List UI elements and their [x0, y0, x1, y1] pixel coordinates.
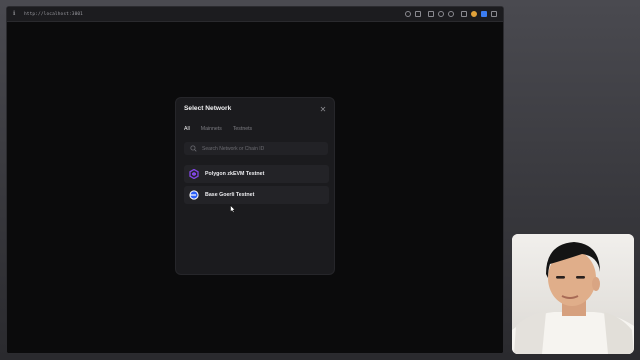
- network-item-base-goerli-testnet[interactable]: Base Goerli Testnet: [184, 186, 329, 204]
- address-bar-url[interactable]: http://localhost:3001: [24, 12, 83, 17]
- paperclip-icon[interactable]: [405, 11, 411, 17]
- webcam-person-image: [512, 242, 634, 354]
- wallet-icon[interactable]: [481, 11, 487, 17]
- settings-icon[interactable]: [448, 11, 454, 17]
- camera-icon[interactable]: [415, 11, 421, 17]
- mouse-cursor-icon: [230, 205, 236, 213]
- base-icon: [189, 190, 199, 200]
- sidebar-icon[interactable]: [491, 11, 497, 17]
- globe-icon[interactable]: [438, 11, 444, 17]
- network-label: Polygon zkEVM Testnet: [205, 171, 265, 177]
- polygon-icon: [189, 169, 199, 179]
- tab-all[interactable]: All: [184, 125, 190, 133]
- tab-mainnets[interactable]: Mainnets: [201, 125, 222, 133]
- browser-toolbar: ℹ http://localhost:3001: [7, 7, 503, 22]
- info-icon[interactable]: ℹ: [13, 11, 19, 17]
- toolbar-icons: [405, 11, 497, 17]
- network-list: Polygon zkEVM Testnet Base Goerli Testne…: [184, 165, 329, 207]
- search-input[interactable]: [202, 145, 322, 152]
- close-icon[interactable]: ✕: [319, 106, 327, 114]
- select-network-modal: Select Network ✕ All Mainnets Testnets P…: [175, 97, 335, 275]
- modal-title: Select Network: [184, 105, 232, 112]
- tab-testnets[interactable]: Testnets: [233, 125, 252, 133]
- webcam-overlay: [512, 234, 634, 354]
- network-label: Base Goerli Testnet: [205, 192, 255, 198]
- network-tabs: All Mainnets Testnets: [184, 125, 252, 133]
- extension-icon[interactable]: [461, 11, 467, 17]
- network-search: [184, 142, 328, 155]
- metamask-icon[interactable]: [471, 11, 477, 17]
- window-icon[interactable]: [428, 11, 434, 17]
- search-icon: [190, 145, 197, 152]
- network-item-polygon-zkevm-testnet[interactable]: Polygon zkEVM Testnet: [184, 165, 329, 183]
